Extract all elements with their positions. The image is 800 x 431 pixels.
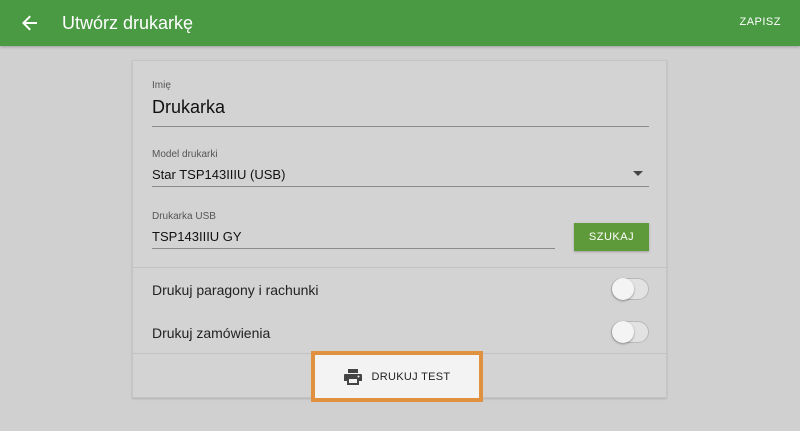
printer-icon (343, 368, 362, 385)
app-bar: Utwórz drukarkę ZAPISZ (0, 0, 800, 46)
print-test-label: DRUKUJ TEST (371, 370, 451, 383)
usb-printer-field[interactable]: TSP143IIIU GY (152, 229, 242, 244)
name-field-label: Imię (152, 80, 171, 91)
back-button[interactable] (18, 11, 42, 35)
receipts-toggle[interactable] (611, 278, 649, 300)
toggle-label-orders: Drukuj zamówienia (152, 325, 271, 341)
name-field[interactable]: Drukarka (152, 97, 225, 118)
dropdown-arrow-icon[interactable] (633, 171, 643, 176)
model-select[interactable]: Star TSP143IIIU (USB) (152, 167, 285, 182)
arrow-left-icon (22, 15, 37, 31)
name-field-underline (152, 126, 649, 127)
orders-toggle[interactable] (611, 321, 649, 343)
print-test-button[interactable]: DRUKUJ TEST (311, 351, 483, 402)
usb-field-label: Drukarka USB (152, 211, 216, 222)
toggle-knob (612, 278, 634, 300)
page-title: Utwórz drukarkę (62, 13, 194, 33)
model-field-label: Model drukarki (152, 149, 218, 160)
printer-form-card: Imię Drukarka Model drukarki Star TSP143… (132, 60, 667, 402)
model-select-underline (152, 186, 649, 187)
usb-field-underline (152, 248, 555, 249)
toggle-label-receipts: Drukuj paragony i rachunki (152, 282, 319, 298)
search-button[interactable]: SZUKAJ (574, 223, 649, 251)
toggle-knob (612, 321, 634, 343)
save-button[interactable]: ZAPISZ (739, 16, 781, 28)
divider (133, 267, 666, 268)
